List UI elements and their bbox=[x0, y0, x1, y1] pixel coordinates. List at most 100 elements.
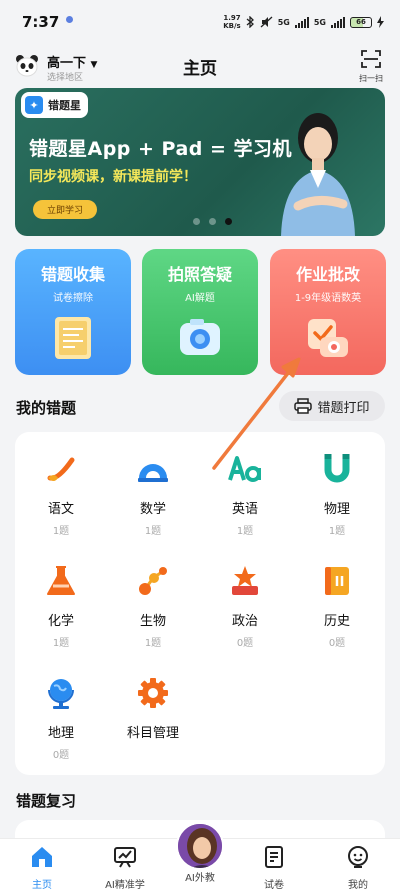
scan-button[interactable]: 扫一扫 bbox=[356, 50, 386, 84]
banner-subtitle: 同步视频课，新课提前学！ bbox=[29, 169, 197, 185]
flask-icon bbox=[47, 566, 75, 595]
nav-label: 试卷 bbox=[264, 880, 284, 889]
my-mistakes-title: 我的错题 bbox=[16, 399, 77, 417]
card-title: 拍照答疑 bbox=[167, 265, 232, 284]
card-subtitle: AI解题 bbox=[185, 293, 215, 304]
subject-management[interactable]: 科目管理 bbox=[107, 676, 199, 741]
molecule-icon bbox=[139, 567, 167, 595]
subject-name: 化学 bbox=[47, 614, 74, 629]
subject-count: 1题 bbox=[52, 526, 70, 537]
status-bar: 7:37 1.97 KB/s 5G 5G 66 bbox=[0, 0, 400, 44]
subject-count: 0题 bbox=[52, 750, 70, 761]
scan-label: 扫一扫 bbox=[359, 74, 383, 83]
page-title: 主页 bbox=[183, 59, 217, 79]
subject-history[interactable]: 历史 0题 bbox=[291, 564, 383, 649]
card-title: 作业批改 bbox=[295, 265, 360, 284]
network-speed-unit: KB/s bbox=[223, 22, 241, 30]
charging-icon bbox=[377, 16, 384, 28]
ai-tutor-avatar[interactable] bbox=[176, 822, 224, 870]
scan-icon bbox=[361, 50, 381, 68]
subject-biology[interactable]: 生物 1题 bbox=[107, 564, 199, 649]
subject-name: 科目管理 bbox=[126, 726, 179, 741]
gear-icon bbox=[138, 678, 168, 708]
subject-name: 历史 bbox=[323, 614, 350, 629]
letters-aa-icon bbox=[228, 456, 261, 482]
card-homework-grading[interactable]: 作业批改 1-9年级语数英 bbox=[270, 249, 386, 375]
nav-ai-study[interactable]: AI精准学 bbox=[90, 845, 160, 889]
status-time: 7:37 bbox=[22, 13, 60, 31]
banner-dot-active bbox=[225, 218, 232, 225]
subject-english[interactable]: 英语 1题 bbox=[199, 452, 291, 537]
banner-learn-button[interactable]: 立即学习 bbox=[33, 200, 97, 219]
subject-name: 生物 bbox=[139, 614, 166, 629]
nav-home[interactable]: 主页 bbox=[7, 845, 77, 889]
teacher-photo bbox=[281, 113, 355, 236]
card-subtitle: 试卷擦除 bbox=[53, 293, 93, 304]
subjects-panel: 语文 1题 数学 1题 英语 1题 物理 1题 化学 1题 生物 1题 政治 0… bbox=[15, 432, 385, 775]
subject-count: 0题 bbox=[328, 638, 346, 649]
brush-icon bbox=[47, 457, 75, 481]
magnet-icon bbox=[324, 454, 350, 483]
subject-politics[interactable]: 政治 0题 bbox=[199, 564, 291, 649]
network-speed-value: 1.97 bbox=[223, 14, 241, 22]
nav-label: AI精准学 bbox=[105, 880, 145, 889]
banner-logo: ✦ 错题星 bbox=[21, 92, 88, 118]
emblem-icon bbox=[232, 566, 258, 595]
print-mistakes-button[interactable]: 错题打印 bbox=[279, 391, 385, 421]
card-photo-qa[interactable]: 拍照答疑 AI解题 bbox=[142, 249, 258, 375]
subject-chinese[interactable]: 语文 1题 bbox=[15, 452, 107, 537]
card-mistake-collection[interactable]: 错题收集 试卷擦除 bbox=[15, 249, 131, 375]
nav-papers[interactable]: 试卷 bbox=[239, 845, 309, 889]
printer-icon bbox=[294, 398, 313, 414]
signal-icon-2 bbox=[331, 16, 345, 28]
banner-logo-text: 错题星 bbox=[48, 99, 81, 112]
print-mistakes-label: 错题打印 bbox=[317, 400, 370, 416]
test-paper-icon bbox=[55, 317, 91, 359]
app-header: 高一下 ▼ 选择地区 主页 扫一扫 bbox=[0, 44, 400, 88]
promo-banner[interactable]: ✦ 错题星 错题星App + Pad = 学习机 同步视频课，新课提前学！ 立即… bbox=[15, 88, 385, 236]
subject-count: 0题 bbox=[236, 638, 254, 649]
banner-dot bbox=[209, 218, 216, 225]
smiley-face-icon bbox=[348, 846, 368, 868]
subject-count: 1题 bbox=[144, 526, 162, 537]
bluetooth-icon bbox=[246, 16, 254, 28]
subject-math[interactable]: 数学 1题 bbox=[107, 452, 199, 537]
subject-name: 英语 bbox=[231, 502, 258, 517]
network-5g-label-2: 5G bbox=[313, 17, 326, 27]
home-icon bbox=[32, 847, 52, 867]
subject-count: 1题 bbox=[328, 526, 346, 537]
globe-icon bbox=[48, 679, 74, 709]
subject-name: 政治 bbox=[231, 614, 258, 629]
board-chart-icon bbox=[114, 847, 136, 868]
card-title: 错题收集 bbox=[40, 265, 105, 284]
banner-dot bbox=[193, 218, 200, 225]
subject-name: 物理 bbox=[323, 502, 350, 517]
subject-count: 1题 bbox=[236, 526, 254, 537]
nav-label: 主页 bbox=[32, 880, 52, 889]
nav-profile[interactable]: 我的 bbox=[323, 845, 393, 889]
star-logo-icon: ✦ bbox=[25, 96, 43, 114]
card-subtitle: 1-9年级语数英 bbox=[294, 293, 362, 304]
notification-dot-icon bbox=[66, 15, 74, 23]
nav-ai-tutor[interactable]: AI外教 bbox=[165, 869, 235, 884]
subject-geography[interactable]: 地理 0题 bbox=[15, 676, 107, 761]
subject-count: 1题 bbox=[144, 638, 162, 649]
test-paper-nav-icon bbox=[265, 846, 283, 868]
signal-icon-1 bbox=[294, 16, 309, 28]
mute-icon bbox=[260, 16, 273, 28]
network-5g-label-1: 5G bbox=[277, 17, 290, 27]
check-camera-icon bbox=[308, 319, 348, 357]
subject-name: 地理 bbox=[47, 726, 74, 741]
status-icons: 1.97 KB/s 5G 5G 66 bbox=[223, 14, 384, 30]
subject-count: 1题 bbox=[52, 638, 70, 649]
subject-name: 语文 bbox=[47, 502, 74, 517]
subject-physics[interactable]: 物理 1题 bbox=[291, 452, 383, 537]
review-title: 错题复习 bbox=[16, 792, 77, 810]
subject-chemistry[interactable]: 化学 1题 bbox=[15, 564, 107, 649]
banner-title: 错题星App + Pad = 学习机 bbox=[29, 138, 293, 160]
book-icon bbox=[325, 567, 349, 595]
nav-label: AI外教 bbox=[185, 873, 215, 884]
network-speed: 1.97 KB/s bbox=[223, 14, 240, 30]
camera-icon bbox=[180, 319, 220, 355]
banner-pagination bbox=[193, 218, 232, 225]
